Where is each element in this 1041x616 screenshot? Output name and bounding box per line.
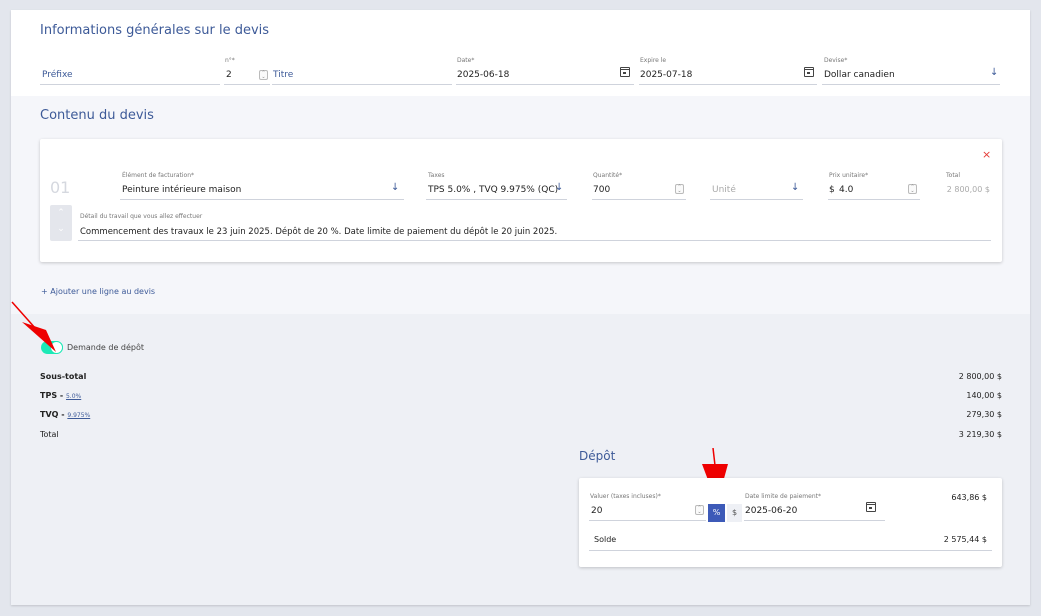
detail-label: Détail du travail que vous allez effectu…	[80, 213, 203, 220]
calendar-icon[interactable]	[866, 502, 876, 512]
price-currency: $	[829, 185, 835, 195]
quantity-input[interactable]: 700	[593, 185, 610, 195]
deposit-toggle-label: Demande de dépôt	[67, 343, 145, 352]
general-title: Informations générales sur le devis	[40, 23, 270, 38]
deposit-value-label: Valuer (taxes incluses)*	[590, 493, 661, 500]
quantity-stepper[interactable]: ⌃ ⌄	[675, 184, 684, 194]
number-input[interactable]: 2	[226, 70, 232, 80]
expiry-label: Expire le	[640, 57, 667, 64]
tvq-label: TVQ - 9.975%	[40, 410, 91, 419]
calendar-icon[interactable]	[620, 67, 630, 77]
expiry-input[interactable]: 2025-07-18	[640, 70, 692, 80]
balance-value: 2 575,44 $	[943, 535, 987, 544]
add-line-link[interactable]: + Ajouter une ligne au devis	[41, 287, 155, 296]
item-label: Élément de facturation*	[122, 172, 195, 179]
tvq-value: 279,30 $	[966, 410, 1002, 419]
dollar-button[interactable]: $	[727, 504, 742, 522]
title-input[interactable]: Titre	[273, 70, 293, 80]
balance-label: Solde	[594, 535, 617, 544]
deposit-amount: 643,86 $	[951, 493, 987, 502]
calendar-icon[interactable]	[804, 67, 814, 77]
line-total: 2 800,00 $	[946, 185, 990, 194]
deposit-due-input[interactable]: 2025-06-20	[745, 506, 797, 516]
percent-button[interactable]: %	[708, 504, 725, 522]
prefix-input[interactable]: Préfixe	[42, 70, 73, 80]
subtotal-value: 2 800,00 $	[958, 372, 1002, 381]
arrow-down-icon[interactable]: ↓	[990, 67, 998, 78]
deposit-value-input[interactable]: 20	[591, 506, 602, 516]
date-label: Date*	[457, 57, 475, 64]
subtotal-label: Sous-total	[40, 372, 87, 381]
tvq-rate-link[interactable]: 9.975%	[67, 412, 90, 419]
deposit-due-label: Date limite de paiement*	[745, 493, 821, 500]
line-index: 01	[50, 178, 71, 197]
unit-select[interactable]: Unité	[712, 185, 736, 195]
content-title: Contenu du devis	[40, 108, 154, 123]
deposit-card	[579, 478, 1002, 567]
reorder-handle[interactable]: ⌃ ⌄	[50, 205, 72, 241]
item-select[interactable]: Peinture intérieure maison	[122, 185, 241, 195]
total-value: 3 219,30 $	[958, 430, 1002, 439]
date-input[interactable]: 2025-06-18	[457, 70, 509, 80]
deposit-stepper[interactable]: ⌃ ⌄	[695, 505, 704, 515]
currency-select[interactable]: Dollar canadien	[824, 70, 895, 80]
price-label: Prix unitaire*	[829, 172, 869, 179]
arrow-down-icon[interactable]: ↓	[555, 182, 563, 193]
arrow-down-icon[interactable]: ↓	[791, 182, 799, 193]
price-input[interactable]: 4.0	[839, 185, 853, 195]
quantity-label: Quantité*	[593, 172, 623, 179]
total-label: Total	[946, 172, 961, 179]
tps-rate-link[interactable]: 5.0%	[66, 393, 81, 400]
price-stepper[interactable]: ⌃ ⌄	[908, 184, 917, 194]
number-stepper[interactable]: ⌃ ⌄	[259, 70, 268, 80]
total-label: Total	[40, 430, 59, 439]
currency-label: Devise*	[824, 57, 848, 64]
arrow-down-icon[interactable]: ↓	[391, 182, 399, 193]
taxes-label: Taxes	[428, 172, 445, 179]
annotation-arrow-icon	[11, 301, 56, 352]
taxes-select[interactable]: TPS 5.0% , TVQ 9.975% (QC)	[428, 185, 558, 195]
quote-line-card	[40, 139, 1002, 262]
tps-label: TPS - 5.0%	[40, 391, 82, 400]
number-label: n°*	[225, 57, 235, 64]
remove-line-icon[interactable]: ×	[982, 148, 991, 161]
detail-input[interactable]: Commencement des travaux le 23 juin 2025…	[80, 227, 557, 237]
tps-value: 140,00 $	[966, 391, 1002, 400]
deposit-title: Dépôt	[579, 449, 616, 463]
